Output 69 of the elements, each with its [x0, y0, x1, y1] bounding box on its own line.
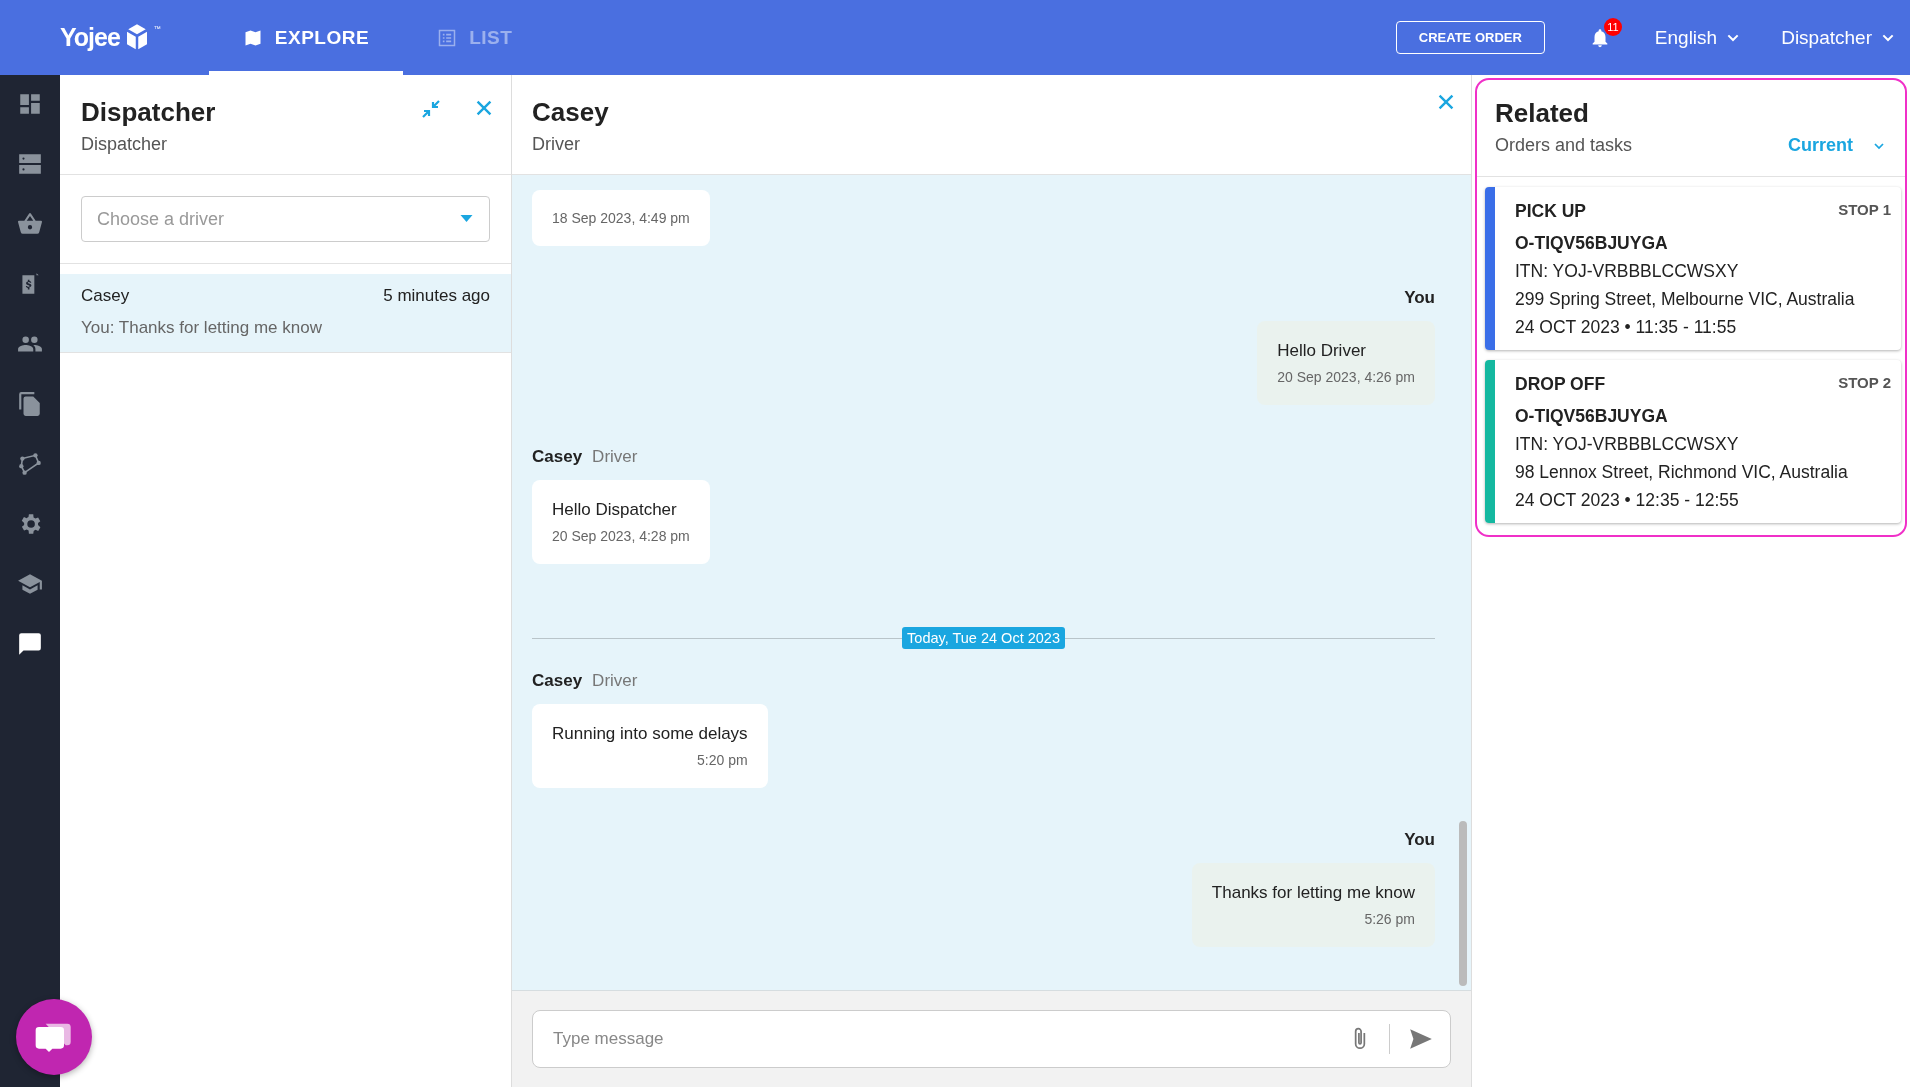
message-timestamp: 18 Sep 2023, 4:49 pm: [552, 210, 690, 226]
message-text: Running into some delays: [552, 724, 748, 744]
language-dropdown[interactable]: English: [1648, 25, 1748, 50]
send-icon: [1408, 1026, 1434, 1052]
notifications-button[interactable]: 11: [1588, 16, 1623, 49]
tracking-number: ITN: YOJ-VRBBBLCCWSXY: [1515, 434, 1740, 455]
polygon-nav-button[interactable]: [17, 451, 43, 477]
stop-card[interactable]: PICK UP STOP 1 O-TIQV56BJUYGA ITN: YOJ-VRBBBLCCWSXY 299 Spring Street, Melbourne VIC, Australia 24 OCT 2023 • 11:35 - 11:55: [1485, 187, 1901, 350]
message-text: Thanks for letting me know: [1211, 883, 1415, 903]
message-preview: You: Thanks for letting me know: [81, 318, 323, 338]
message-timestamp: 20 Sep 2023, 4:26 pm: [1277, 369, 1415, 385]
chat-icon: [17, 631, 43, 657]
sender-name: Casey: [532, 671, 583, 691]
sender-name: You: [1404, 830, 1435, 850]
date-divider-label: Today, Tue 24 Oct 2023: [902, 627, 1065, 649]
scrollbar[interactable]: [1459, 821, 1467, 986]
list-icon: [437, 27, 458, 48]
filter-dropdown[interactable]: Current: [1788, 135, 1887, 156]
documents-icon: [17, 391, 43, 417]
stop-address: 299 Spring Street, Melbourne VIC, Australia: [1515, 289, 1856, 310]
stop-address: 98 Lennox Street, Richmond VIC, Australia: [1515, 462, 1849, 483]
order-number: O-TIQV56BJUYGA: [1515, 406, 1669, 427]
polygon-icon: [17, 451, 43, 477]
sender-name: Casey: [532, 447, 583, 467]
message-input[interactable]: Type message: [551, 1028, 1347, 1050]
message-timestamp: 5:26 pm: [1363, 911, 1415, 927]
sender-role: Driver: [592, 671, 638, 691]
panel-title: Dispatcher: [81, 97, 216, 128]
panel-subtitle: Orders and tasks: [1495, 135, 1633, 156]
message-field[interactable]: Type message: [532, 1010, 1451, 1068]
order-number: O-TIQV56BJUYGA: [1515, 233, 1669, 254]
documents-nav-button[interactable]: [17, 391, 43, 417]
message-timestamp: 20 Sep 2023, 4:28 pm: [552, 528, 690, 544]
chat-support-button[interactable]: [16, 999, 92, 1075]
stop-time-window: 24 OCT 2023 • 11:35 - 11:55: [1515, 317, 1891, 338]
message-text: Hello Driver: [1277, 341, 1367, 361]
chat-nav-button[interactable]: [17, 631, 43, 657]
stop-type: PICK UP: [1515, 201, 1586, 222]
stop-number: STOP 1: [1838, 201, 1891, 220]
chat-title: Casey: [532, 97, 609, 128]
create-order-button[interactable]: CREATE ORDER: [1395, 21, 1545, 54]
chat-subtitle: Driver: [532, 134, 581, 155]
server-icon: [17, 151, 43, 177]
dashboard-icon: [17, 91, 43, 117]
message-timestamp: 5:20 pm: [696, 752, 748, 768]
notification-badge: 11: [1603, 17, 1622, 36]
user-menu[interactable]: Dispatcher: [1775, 25, 1902, 50]
sender-name: You: [1404, 288, 1435, 308]
dropdown-caret-icon: [460, 215, 473, 223]
stop-time-window: 24 OCT 2023 • 12:35 - 12:55: [1515, 490, 1891, 511]
stop-card[interactable]: DROP OFF STOP 2 O-TIQV56BJUYGA ITN: YOJ-VRBBBLCCWSXY 98 Lennox Street, Richmond VIC, Australia 24 OCT 2023 • 12:35 - 12:55: [1485, 360, 1901, 523]
basket-nav-button[interactable]: [17, 211, 43, 237]
panel-subtitle: Dispatcher: [81, 134, 169, 155]
stop-type: DROP OFF: [1515, 374, 1606, 395]
message-time: 5 minutes ago: [383, 286, 490, 306]
panel-title: Related: [1495, 98, 1590, 129]
logo-text: Yojee: [60, 22, 120, 52]
conversation-item[interactable]: Casey 5 minutes ago You: Thanks for letting me know: [60, 274, 511, 353]
message-text: Hello Dispatcher: [552, 500, 678, 520]
driver-select[interactable]: Choose a driver: [81, 196, 490, 242]
stop-number: STOP 2: [1838, 374, 1891, 393]
dashboard-nav-button[interactable]: [17, 91, 43, 117]
select-placeholder: Choose a driver: [97, 208, 225, 230]
tracking-number: ITN: YOJ-VRBBBLCCWSXY: [1515, 261, 1740, 282]
sender-role: Driver: [592, 447, 638, 467]
server-nav-button[interactable]: [17, 151, 43, 177]
basket-icon: [17, 211, 43, 237]
send-button[interactable]: [1408, 1026, 1434, 1052]
contact-name: Casey: [81, 286, 130, 306]
